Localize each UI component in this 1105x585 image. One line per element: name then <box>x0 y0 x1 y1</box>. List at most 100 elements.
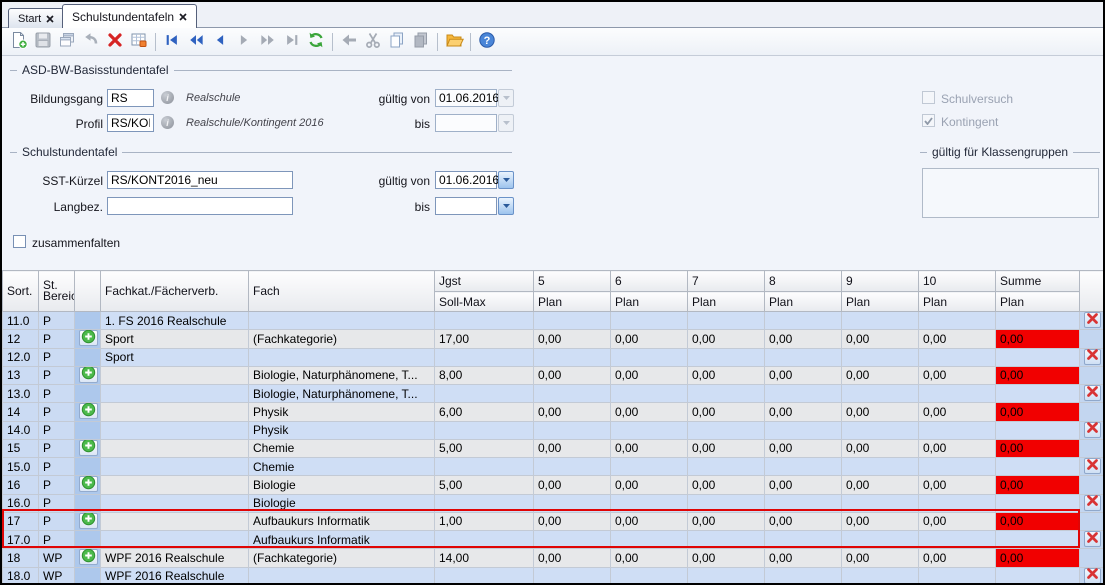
cell-summe[interactable]: 0,00 <box>996 549 1080 568</box>
cell-plan-7[interactable] <box>688 385 765 403</box>
delete-row-button[interactable] <box>1084 458 1101 474</box>
cell-plan-7[interactable]: 0,00 <box>688 476 765 495</box>
cell-st-bereich[interactable]: P <box>39 439 75 458</box>
chevron-down-icon[interactable] <box>498 89 514 107</box>
cell-fachkat[interactable] <box>101 476 249 495</box>
cell-plan-6[interactable] <box>611 385 688 403</box>
cell-fachkat[interactable] <box>101 439 249 458</box>
cell-plan-5[interactable] <box>534 531 611 549</box>
cell-plan-6[interactable]: 0,00 <box>611 439 688 458</box>
cell-plan-8[interactable] <box>765 531 842 549</box>
col-header-jg8[interactable]: 8 <box>765 271 842 292</box>
cell-plan-5[interactable]: 0,00 <box>534 366 611 385</box>
toolbar-paste-button[interactable] <box>409 30 433 54</box>
cell-summe[interactable]: 0,00 <box>996 330 1080 349</box>
cell-st-bereich[interactable]: P <box>39 512 75 531</box>
cell-sort[interactable]: 13 <box>3 366 39 385</box>
cell-fach[interactable]: Chemie <box>249 439 435 458</box>
cell-plan-5[interactable] <box>534 421 611 439</box>
cell-plan-7[interactable] <box>688 312 765 330</box>
cell-plan-9[interactable]: 0,00 <box>842 330 919 349</box>
cell-plan-5[interactable] <box>534 458 611 476</box>
cell-st-bereich[interactable]: P <box>39 421 75 439</box>
subheader-plan[interactable]: Plan <box>611 292 688 312</box>
toolbar-duplicate-button[interactable] <box>55 30 79 54</box>
cell-plan-10[interactable] <box>919 531 996 549</box>
cell-soll-max[interactable]: 8,00 <box>435 366 534 385</box>
delete-row-button[interactable] <box>1084 385 1101 401</box>
cell-soll-max[interactable] <box>435 531 534 549</box>
cell-plan-10[interactable] <box>919 385 996 403</box>
cell-summe[interactable] <box>996 312 1080 330</box>
toolbar-nav-fast-back-button[interactable] <box>184 30 208 54</box>
cell-plan-6[interactable] <box>611 458 688 476</box>
cell-sort[interactable]: 14 <box>3 403 39 422</box>
sst-gueltig-von-value[interactable]: 01.06.2016 <box>435 171 497 189</box>
sst-bis-combo[interactable] <box>435 197 514 215</box>
cell-fach[interactable]: (Fachkategorie) <box>249 330 435 349</box>
cell-plan-9[interactable]: 0,00 <box>842 403 919 422</box>
cell-plan-7[interactable]: 0,00 <box>688 330 765 349</box>
cell-plan-6[interactable] <box>611 531 688 549</box>
cell-soll-max[interactable]: 14,00 <box>435 549 534 568</box>
toolbar-delete-record-button[interactable] <box>103 30 127 54</box>
toolbar-go-back-button[interactable] <box>337 30 361 54</box>
cell-plan-8[interactable]: 0,00 <box>765 512 842 531</box>
cell-fach[interactable] <box>249 348 435 366</box>
toolbar-save-button[interactable] <box>31 30 55 54</box>
delete-row-button[interactable] <box>1084 422 1101 438</box>
toolbar-copy-button[interactable] <box>385 30 409 54</box>
col-header-jg6[interactable]: 6 <box>611 271 688 292</box>
cell-plan-6[interactable]: 0,00 <box>611 403 688 422</box>
cell-sort[interactable]: 17.0 <box>3 531 39 549</box>
cell-plan-7[interactable] <box>688 421 765 439</box>
cell-plan-7[interactable]: 0,00 <box>688 439 765 458</box>
tab-close-icon[interactable] <box>46 15 54 23</box>
cell-fachkat[interactable] <box>101 385 249 403</box>
cell-st-bereich[interactable]: P <box>39 476 75 495</box>
cell-summe[interactable]: 0,00 <box>996 512 1080 531</box>
cell-plan-7[interactable] <box>688 348 765 366</box>
chevron-down-icon[interactable] <box>498 197 514 215</box>
cell-soll-max[interactable] <box>435 567 534 585</box>
cell-plan-9[interactable] <box>842 385 919 403</box>
cell-plan-8[interactable]: 0,00 <box>765 366 842 385</box>
cell-soll-max[interactable]: 6,00 <box>435 403 534 422</box>
chevron-down-icon[interactable] <box>498 114 514 132</box>
cell-soll-max[interactable]: 1,00 <box>435 512 534 531</box>
cell-st-bereich[interactable]: WP <box>39 549 75 568</box>
cell-plan-8[interactable]: 0,00 <box>765 439 842 458</box>
profil-input[interactable] <box>107 114 154 132</box>
col-header-jg5[interactable]: 5 <box>534 271 611 292</box>
cell-plan-10[interactable] <box>919 458 996 476</box>
cell-plan-9[interactable]: 0,00 <box>842 366 919 385</box>
cell-sort[interactable]: 14.0 <box>3 421 39 439</box>
subheader-plan[interactable]: Plan <box>919 292 996 312</box>
toolbar-table-edit-button[interactable] <box>127 30 151 54</box>
cell-plan-6[interactable] <box>611 494 688 512</box>
subheader-plan[interactable]: Plan <box>842 292 919 312</box>
cell-plan-9[interactable] <box>842 312 919 330</box>
col-header-fach[interactable]: Fach <box>249 271 435 312</box>
cell-fach[interactable] <box>249 567 435 585</box>
add-row-button[interactable] <box>79 403 98 419</box>
cell-plan-9[interactable]: 0,00 <box>842 512 919 531</box>
cell-plan-7[interactable]: 0,00 <box>688 549 765 568</box>
cell-plan-8[interactable] <box>765 385 842 403</box>
tab-start[interactable]: Start <box>8 8 64 28</box>
subheader-soll-max[interactable]: Soll-Max <box>435 292 534 312</box>
cell-plan-6[interactable] <box>611 312 688 330</box>
cell-summe[interactable] <box>996 421 1080 439</box>
cell-summe[interactable] <box>996 531 1080 549</box>
cell-st-bereich[interactable]: P <box>39 403 75 422</box>
cell-summe[interactable]: 0,00 <box>996 403 1080 422</box>
cell-plan-10[interactable]: 0,00 <box>919 549 996 568</box>
cell-plan-10[interactable]: 0,00 <box>919 439 996 458</box>
cell-plan-6[interactable]: 0,00 <box>611 476 688 495</box>
zusammenfalten-checkbox[interactable] <box>13 235 26 248</box>
cell-plan-5[interactable]: 0,00 <box>534 512 611 531</box>
cell-plan-6[interactable]: 0,00 <box>611 330 688 349</box>
cell-st-bereich[interactable]: WP <box>39 567 75 585</box>
cell-fachkat[interactable] <box>101 366 249 385</box>
cell-sort[interactable]: 17 <box>3 512 39 531</box>
